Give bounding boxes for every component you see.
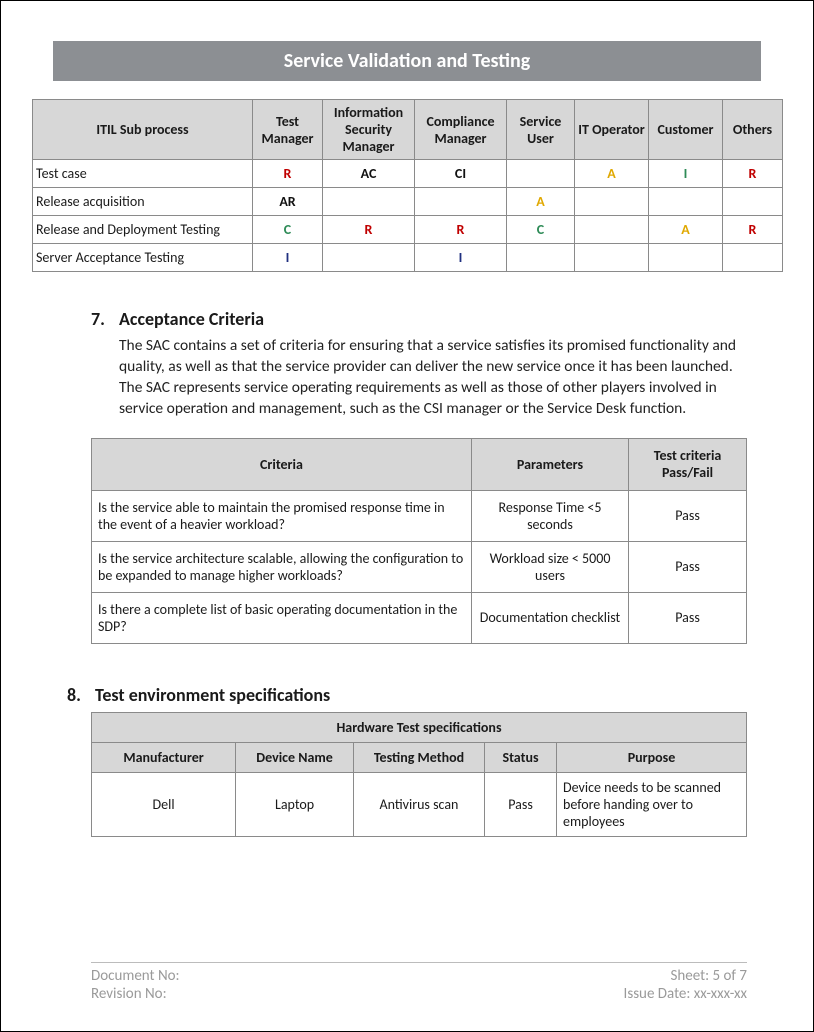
raci-cell: A — [649, 216, 723, 244]
raci-row: Server Acceptance TestingII — [33, 244, 783, 272]
raci-process: Server Acceptance Testing — [33, 244, 253, 272]
hw-purpose: Device needs to be scanned before handin… — [557, 772, 747, 836]
criteria-header-passfail: Test criteria Pass/Fail — [629, 438, 747, 490]
raci-cell: A — [575, 160, 649, 188]
hw-method: Antivirus scan — [353, 772, 484, 836]
hardware-table: Hardware Test specifications Manufacture… — [91, 712, 747, 837]
criteria-row: Is there a complete list of basic operat… — [92, 592, 747, 643]
raci-cell — [575, 216, 649, 244]
raci-cell — [723, 188, 783, 216]
section7-title: Acceptance Criteria — [119, 308, 264, 330]
raci-table: ITIL Sub process Test Manager Informatio… — [32, 99, 783, 272]
criteria-cell: Pass — [629, 541, 747, 592]
raci-header-compliance-manager: Compliance Manager — [415, 100, 507, 160]
hardware-table-title: Hardware Test specifications — [92, 712, 747, 742]
raci-cell: A — [507, 188, 575, 216]
raci-header-service-user: Service User — [507, 100, 575, 160]
section7-paragraph: The SAC contains a set of criteria for e… — [119, 336, 747, 420]
page-title: Service Validation and Testing — [53, 41, 761, 81]
section7-number: 7. — [91, 308, 109, 330]
raci-header-test-manager: Test Manager — [253, 100, 323, 160]
criteria-header-criteria: Criteria — [92, 438, 472, 490]
footer-issue-date: Issue Date: xx-xxx-xx — [624, 985, 747, 1003]
criteria-cell: Is the service able to maintain the prom… — [92, 490, 472, 541]
raci-cell — [507, 160, 575, 188]
raci-cell — [575, 244, 649, 272]
hw-status: Pass — [484, 772, 556, 836]
criteria-cell: Pass — [629, 490, 747, 541]
raci-cell: I — [649, 160, 723, 188]
raci-header-others: Others — [723, 100, 783, 160]
raci-process: Test case — [33, 160, 253, 188]
raci-cell — [507, 244, 575, 272]
hw-header-status: Status — [484, 742, 556, 772]
section8-number: 8. — [67, 684, 85, 706]
section-test-env: 8. Test environment specifications Hardw… — [91, 684, 747, 837]
criteria-header-parameters: Parameters — [471, 438, 628, 490]
criteria-row: Is the service architecture scalable, al… — [92, 541, 747, 592]
raci-cell — [575, 188, 649, 216]
raci-row: Release and Deployment TestingCRRCAR — [33, 216, 783, 244]
raci-cell: AC — [323, 160, 415, 188]
hw-header-manufacturer: Manufacturer — [92, 742, 236, 772]
page-footer: Document No: Sheet: 5 of 7 Revision No: … — [91, 962, 747, 1003]
raci-cell — [723, 244, 783, 272]
criteria-cell: Is the service architecture scalable, al… — [92, 541, 472, 592]
hw-device: Laptop — [236, 772, 354, 836]
raci-cell: C — [507, 216, 575, 244]
raci-cell — [323, 244, 415, 272]
criteria-cell: Response Time <5 seconds — [471, 490, 628, 541]
raci-cell: I — [253, 244, 323, 272]
raci-cell: R — [723, 160, 783, 188]
criteria-cell: Is there a complete list of basic operat… — [92, 592, 472, 643]
raci-cell: R — [323, 216, 415, 244]
criteria-row: Is the service able to maintain the prom… — [92, 490, 747, 541]
raci-process: Release acquisition — [33, 188, 253, 216]
footer-sheet: Sheet: 5 of 7 — [670, 967, 747, 985]
raci-cell — [323, 188, 415, 216]
page: Service Validation and Testing ITIL Sub … — [0, 0, 814, 1032]
raci-cell: R — [415, 216, 507, 244]
hw-header-purpose: Purpose — [557, 742, 747, 772]
section8-title: Test environment specifications — [95, 684, 330, 706]
criteria-cell: Pass — [629, 592, 747, 643]
raci-header-process: ITIL Sub process — [33, 100, 253, 160]
section-acceptance-criteria: 7. Acceptance Criteria The SAC contains … — [91, 308, 747, 644]
raci-cell: R — [723, 216, 783, 244]
raci-header-info-sec-manager: Information Security Manager — [323, 100, 415, 160]
footer-revno-label: Revision No: — [91, 985, 167, 1003]
hw-row: Dell Laptop Antivirus scan Pass Device n… — [92, 772, 747, 836]
raci-cell: I — [415, 244, 507, 272]
raci-row: Release acquisitionAR A — [33, 188, 783, 216]
raci-cell: CI — [415, 160, 507, 188]
criteria-cell: Documentation checklist — [471, 592, 628, 643]
criteria-cell: Workload size < 5000 users — [471, 541, 628, 592]
footer-docno-label: Document No: — [91, 967, 180, 985]
raci-cell: AR — [253, 188, 323, 216]
raci-header-customer: Customer — [649, 100, 723, 160]
raci-cell — [415, 188, 507, 216]
raci-cell — [649, 244, 723, 272]
raci-header-it-operator: IT Operator — [575, 100, 649, 160]
criteria-table: Criteria Parameters Test criteria Pass/F… — [91, 438, 747, 644]
raci-process: Release and Deployment Testing — [33, 216, 253, 244]
raci-cell — [649, 188, 723, 216]
hw-header-device-name: Device Name — [236, 742, 354, 772]
raci-row: Test caseRACCIAIR — [33, 160, 783, 188]
hw-mfr: Dell — [92, 772, 236, 836]
hw-header-testing-method: Testing Method — [353, 742, 484, 772]
raci-cell: R — [253, 160, 323, 188]
raci-cell: C — [253, 216, 323, 244]
